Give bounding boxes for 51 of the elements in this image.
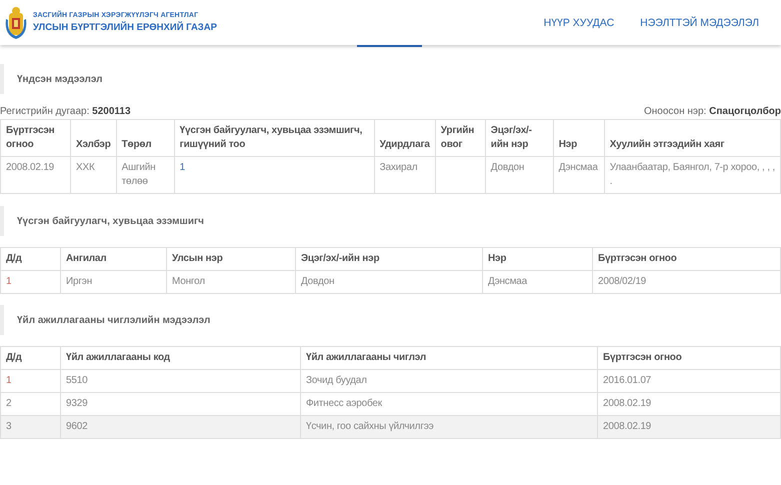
table-cell: 3 — [0, 416, 60, 438]
table-cell: 5510 — [60, 370, 300, 392]
table-cell: ХХК — [70, 156, 116, 194]
table-cell: 2008.02.19 — [598, 416, 780, 438]
table-cell: Довдон — [485, 156, 554, 194]
column-header: Хэлбэр — [70, 120, 116, 156]
table-cell: Улаанбаатар, Баянгол, 7-р хороо, , , , . — [604, 156, 780, 194]
table-cell: Зочид буудал — [300, 370, 598, 392]
nav-link[interactable]: НҮҮР ХУУДАС — [544, 16, 614, 28]
table-cell: Дэнсмаа — [482, 270, 592, 294]
emblem-logo — [4, 4, 28, 40]
column-header: Үйл ажиллагааны чиглэл — [300, 346, 598, 370]
table-cell: Ашгийн төлөө — [116, 156, 174, 194]
column-header: Д/д — [0, 248, 60, 270]
table-cell: 2008.02.19 — [0, 156, 70, 194]
column-header: Нэр — [482, 248, 592, 270]
column-header: Эцэг/эх/-ийн нэр — [485, 120, 554, 156]
table-cell: Дэнсмаа — [553, 156, 604, 194]
column-header: Удирдлага — [374, 120, 436, 156]
column-header: Д/д — [0, 346, 60, 370]
column-header: Бүртгэсэн огноо — [0, 120, 70, 156]
column-header: Үйл ажиллагааны код — [60, 346, 300, 370]
registration-number: Регистрийн дугаар: 5200113 — [0, 106, 131, 117]
table-cell: 1 — [0, 270, 60, 294]
company-name: Оноосон нэр: Спацогцолбор — [644, 106, 781, 117]
table-cell: Иргэн — [60, 270, 166, 294]
table-cell: 1 — [0, 370, 60, 392]
column-header: Ургийн овог — [435, 120, 486, 156]
table-cell: Монгол — [166, 270, 296, 294]
table-cell: 9602 — [60, 416, 300, 438]
section-heading: Үндсэн мэдээлэл — [0, 64, 781, 94]
column-header: Үүсгэн байгуулагч, хувьцаа эзэмшигч, гишүүний тоо — [174, 120, 374, 156]
column-header: Бүртгэсэн огноо — [598, 346, 780, 370]
table-cell: Үсчин, гоо сайхны үйлчилгээ — [300, 416, 598, 438]
column-header: Төрөл — [116, 120, 174, 156]
column-header: Эцэг/эх/-ийн нэр — [296, 248, 482, 270]
column-header: Ангилал — [60, 248, 166, 270]
table-cell: Захирал — [374, 156, 436, 194]
section-heading: Үүсгэн байгуулагч, хувьцаа эзэмшигч — [0, 206, 781, 236]
nav-link[interactable]: НЭЭЛТТЭЙ МЭДЭЭЛЭЛ — [640, 16, 759, 28]
column-header: Бүртгэсэн огноо — [592, 248, 780, 270]
section-heading: Үйл ажиллагааны чиглэлийн мэдээлэл — [0, 305, 781, 335]
column-header: Улсын нэр — [166, 248, 296, 270]
site-title: УЛСЫН БҮРТГЭЛИЙН ЕРӨНХИЙ ГАЗАР — [33, 22, 217, 33]
table-cell: 2008/02/19 — [592, 270, 780, 294]
column-header: Хуулийн этгээдийн хаяг — [604, 120, 780, 156]
column-header: Нэр — [553, 120, 604, 156]
underline-bar — [357, 45, 422, 46]
table-cell: 2016.01.07 — [598, 370, 780, 392]
table-cell: 1 — [174, 156, 374, 194]
table-cell: Довдон — [296, 270, 482, 294]
